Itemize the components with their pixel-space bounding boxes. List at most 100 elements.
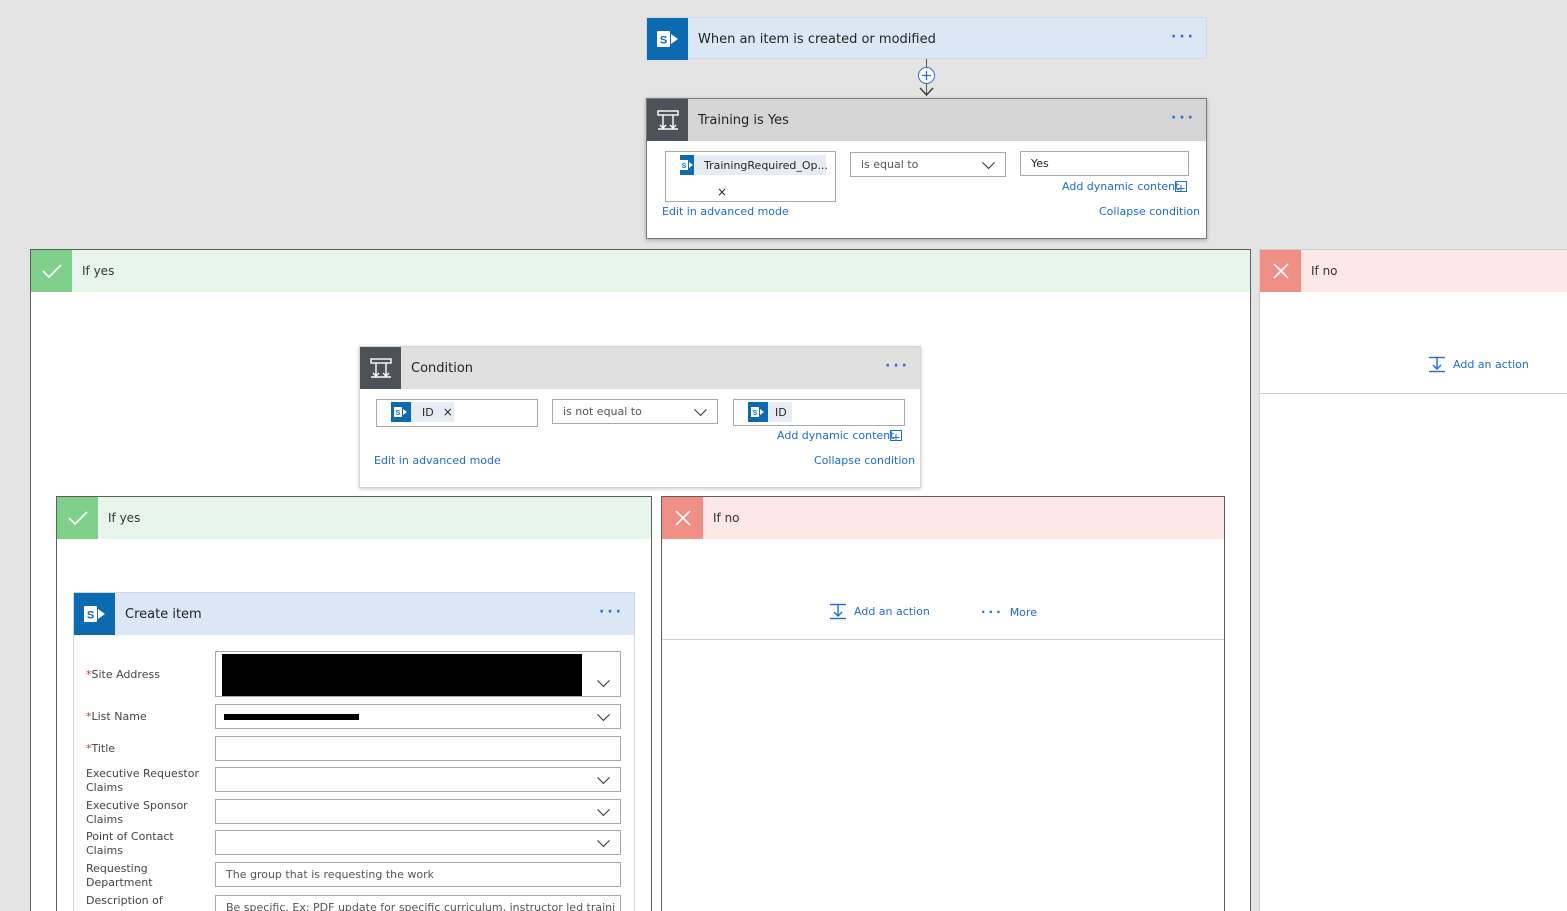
title-text: Title	[91, 742, 116, 755]
add-dynamic-content-link[interactable]: Add dynamic content	[777, 429, 894, 442]
sharepoint-icon: S	[647, 18, 688, 60]
redacted-block	[222, 654, 582, 696]
inner-if-yes-header: If yes	[57, 497, 651, 539]
inner-add-action-button[interactable]: Add an action	[829, 603, 930, 620]
add-dynamic-content-link[interactable]: Add dynamic content	[1062, 180, 1179, 193]
svg-text:S: S	[86, 610, 93, 622]
site-address-label: *Site Address	[86, 668, 160, 682]
add-action-label: Add an action	[1453, 358, 1529, 371]
outer-if-no-branch: If no Add an action	[1259, 249, 1567, 394]
exec-requestor-label: Executive Requestor Claims	[86, 767, 199, 794]
check-icon	[57, 497, 98, 539]
add-dynamic-content-icon[interactable]	[1175, 181, 1187, 192]
description-input[interactable]: Be specific. Ex: PDF update for specific…	[215, 895, 621, 911]
outer-if-no-label: If no	[1311, 264, 1338, 278]
condition-id-menu-button[interactable]: ···	[885, 358, 910, 374]
title-input[interactable]	[215, 736, 621, 761]
condition-left-operand[interactable]: S TrainingRequired_Op... ×	[665, 151, 836, 202]
description-placeholder: Be specific. Ex: PDF update for specific…	[226, 901, 616, 911]
trigger-menu-button[interactable]: ···	[1171, 29, 1196, 45]
redacted-block	[224, 714, 359, 720]
svg-text:S: S	[659, 35, 666, 47]
svg-text:S: S	[396, 410, 401, 417]
inner-if-no-divider	[662, 639, 1224, 640]
add-action-label: Add an action	[854, 605, 930, 618]
outer-if-yes-header: If yes	[31, 250, 1250, 292]
req-dept-input[interactable]: The group that is requesting the work	[215, 862, 621, 887]
condition-id-title: Condition	[411, 360, 474, 376]
close-icon	[662, 497, 703, 539]
create-item-title: Create item	[125, 606, 202, 622]
outer-if-no-body	[1259, 394, 1567, 911]
condition-id-card[interactable]: Condition ··· S ID × is not equal to S I…	[359, 346, 921, 488]
chevron-down-icon	[597, 707, 610, 721]
site-address-select[interactable]	[215, 651, 621, 697]
more-dots-icon: ···	[981, 605, 1004, 619]
token-label: TrainingRequired_Op...	[704, 158, 828, 172]
condition-operator-select[interactable]: is equal to	[850, 152, 1006, 177]
id-token-left[interactable]: S ID ×	[391, 402, 454, 422]
exec-sponsor-select[interactable]	[215, 799, 621, 824]
value-text: Yes	[1031, 157, 1049, 170]
add-action-icon	[830, 603, 846, 620]
inner-if-no-header: If no	[662, 497, 1224, 539]
description-label: Description of	[86, 894, 163, 907]
svg-text:S: S	[682, 163, 687, 170]
list-name-label: *List Name	[86, 710, 147, 724]
chevron-down-icon	[982, 155, 995, 169]
token-label: ID	[775, 405, 787, 419]
operator-value: is equal to	[861, 158, 919, 171]
operator-value: is not equal to	[563, 405, 642, 418]
collapse-condition-link[interactable]: Collapse condition	[1099, 205, 1200, 218]
svg-text:S: S	[753, 410, 758, 417]
more-button[interactable]: ··· More	[981, 605, 1037, 619]
create-item-card[interactable]: S Create item ··· *Site Address *List Na…	[73, 592, 635, 911]
insert-step-plus-icon[interactable]	[918, 67, 935, 84]
condition-icon	[360, 347, 401, 389]
sharepoint-icon: S	[391, 402, 411, 422]
remove-token-icon[interactable]: ×	[443, 405, 453, 419]
condition2-operator-select[interactable]: is not equal to	[552, 399, 718, 424]
req-dept-label: Requesting Department	[86, 862, 153, 889]
req-dept-placeholder: The group that is requesting the work	[226, 868, 435, 881]
collapse-condition-link[interactable]: Collapse condition	[814, 454, 915, 467]
list-name-text: List Name	[91, 710, 147, 723]
list-name-select[interactable]	[215, 704, 621, 729]
chevron-down-icon	[597, 802, 610, 816]
trigger-card[interactable]: S When an item is created or modified ··…	[646, 17, 1207, 60]
edit-advanced-mode-link[interactable]: Edit in advanced mode	[374, 454, 501, 467]
condition-icon	[647, 99, 688, 141]
outer-if-no-header: If no	[1260, 250, 1567, 292]
outer-add-action-button[interactable]: Add an action	[1428, 356, 1529, 373]
title-label: *Title	[86, 742, 115, 756]
more-label: More	[1009, 605, 1037, 619]
remove-token-icon[interactable]: ×	[717, 185, 727, 199]
condition-training-menu-button[interactable]: ···	[1171, 110, 1196, 126]
condition2-left-operand[interactable]: S ID ×	[376, 399, 538, 427]
condition-value-input[interactable]: Yes	[1020, 151, 1189, 176]
condition2-right-operand[interactable]: S ID	[733, 399, 905, 426]
connector-arrow-icon	[918, 86, 935, 97]
inner-if-yes-label: If yes	[108, 511, 141, 525]
site-address-text: Site Address	[91, 668, 160, 681]
sharepoint-icon: S	[680, 155, 694, 175]
chevron-down-icon	[694, 402, 707, 416]
inner-if-no-branch: If no Add an action ··· More	[661, 496, 1225, 911]
condition-training-card[interactable]: Training is Yes ··· S TrainingRequired_O…	[646, 98, 1207, 239]
chevron-down-icon	[597, 833, 610, 847]
edit-advanced-mode-link[interactable]: Edit in advanced mode	[662, 205, 789, 218]
exec-requestor-select[interactable]	[215, 767, 621, 792]
trigger-title: When an item is created or modified	[698, 31, 936, 47]
poc-label: Point of Contact Claims	[86, 830, 174, 857]
poc-select[interactable]	[215, 830, 621, 855]
outer-if-yes-label: If yes	[82, 264, 115, 278]
chevron-down-icon	[597, 770, 610, 784]
sharepoint-icon: S	[74, 593, 115, 635]
token-label: ID	[422, 405, 434, 419]
close-icon	[1260, 250, 1301, 292]
add-dynamic-content-icon[interactable]	[890, 430, 902, 441]
create-item-menu-button[interactable]: ···	[599, 604, 624, 620]
id-token-right[interactable]: S ID	[748, 402, 792, 422]
sharepoint-icon: S	[748, 402, 768, 422]
training-required-token[interactable]: S TrainingRequired_Op...	[680, 155, 828, 175]
